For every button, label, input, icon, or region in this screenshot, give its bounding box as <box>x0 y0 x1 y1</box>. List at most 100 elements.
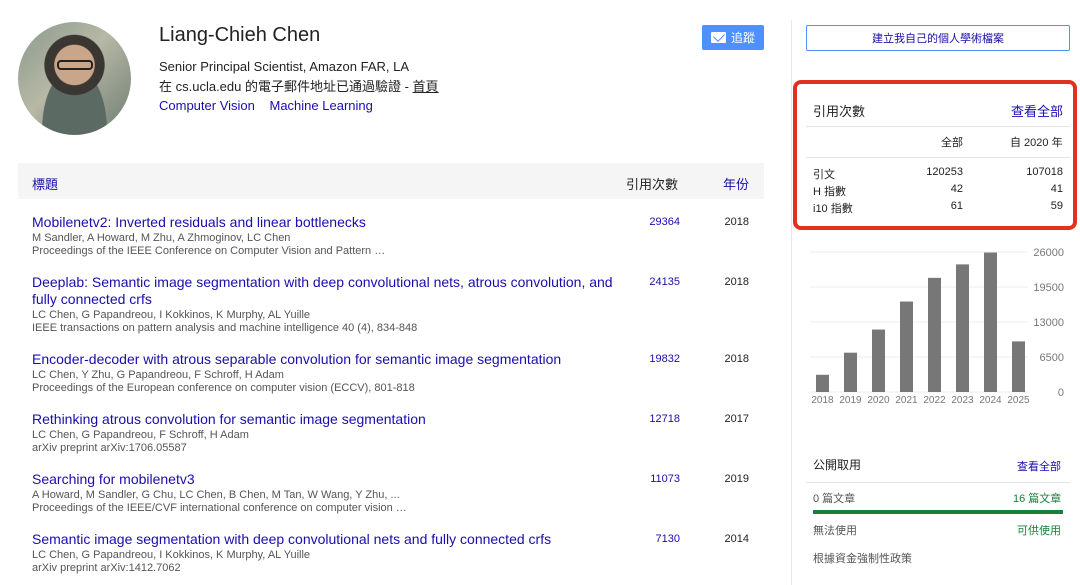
metric-since: 107018 <box>1026 166 1063 178</box>
sort-by-year[interactable]: 年份 <box>723 174 749 193</box>
article-authors: LC Chen, G Papandreou, I Kokkinos, K Mur… <box>32 549 311 561</box>
article-venue: arXiv preprint arXiv:1706.05587 <box>32 442 187 454</box>
article-title[interactable]: Rethinking atrous convolution for semant… <box>32 411 622 428</box>
profile-affiliation: Senior Principal Scientist, Amazon FAR, … <box>159 59 410 74</box>
metric-since: 59 <box>1050 200 1063 212</box>
article-year: 2018 <box>724 353 749 365</box>
x-tick-label: 2021 <box>895 395 918 406</box>
citation-bar-2022[interactable] <box>928 277 941 392</box>
article-row: Searching for mobilenetv3 A Howard, M Sa… <box>32 471 762 515</box>
article-year: 2017 <box>724 413 749 425</box>
citation-bar-2019[interactable] <box>844 352 857 392</box>
x-tick-label: 2019 <box>839 395 862 406</box>
article-row: Semantic image segmentation with deep co… <box>32 531 762 575</box>
citation-bar-2020[interactable] <box>872 329 885 392</box>
article-venue: IEEE transactions on pattern analysis an… <box>32 322 418 334</box>
email-text: 在 cs.ucla.edu 的電子郵件地址已通過驗證 - <box>159 79 413 94</box>
article-year: 2018 <box>724 276 749 288</box>
article-authors: A Howard, M Sandler, G Chu, LC Chen, B C… <box>32 489 400 501</box>
x-tick-label: 2023 <box>951 395 974 406</box>
article-year: 2018 <box>724 216 749 228</box>
article-cited-count[interactable]: 11073 <box>648 473 680 485</box>
profile-photo <box>18 22 131 135</box>
available-count: 16 篇文章 <box>1013 493 1062 505</box>
article-authors: LC Chen, G Papandreou, F Schroff, H Adam <box>32 429 249 441</box>
citations-row: 引文 120253 107018 <box>813 166 1063 181</box>
article-title[interactable]: Encoder-decoder with atrous separable co… <box>32 351 622 368</box>
open-access-bar <box>813 510 1063 514</box>
article-authors: LC Chen, G Papandreou, I Kokkinos, K Mur… <box>32 309 311 321</box>
citation-bar-2025[interactable] <box>1012 341 1025 392</box>
metric-all: 61 <box>950 200 963 212</box>
x-tick-label: 2020 <box>867 395 890 406</box>
interest-link[interactable]: Machine Learning <box>270 98 373 113</box>
y-tick-label: 19500 <box>1033 282 1064 294</box>
profile-name: Liang-Chieh Chen <box>159 24 321 46</box>
x-tick-label: 2025 <box>1007 395 1030 406</box>
profile-email-verified: 在 cs.ucla.edu 的電子郵件地址已通過驗證 - 首頁 <box>159 76 439 95</box>
sort-by-cited[interactable]: 引用次數 <box>626 174 678 193</box>
metric-label: H 指數 <box>813 186 846 198</box>
x-tick-label: 2018 <box>811 395 834 406</box>
article-authors: LC Chen, Y Zhu, G Papandreou, F Schroff,… <box>32 369 284 381</box>
homepage-link[interactable]: 首頁 <box>413 79 439 94</box>
article-row: Mobilenetv2: Inverted residuals and line… <box>32 214 762 258</box>
article-cited-count[interactable]: 29364 <box>648 216 680 228</box>
citation-bar-2018[interactable] <box>816 374 829 392</box>
citation-bar-2023[interactable] <box>956 264 969 392</box>
article-row: Encoder-decoder with atrous separable co… <box>32 351 762 395</box>
article-row: Rethinking atrous convolution for semant… <box>32 411 762 455</box>
citations-per-year-chart: 26000 19500 13000 6500 0 2018 2019 2020 2021 2022… <box>806 246 1070 416</box>
citations-view-all-link[interactable]: 查看全部 <box>1011 101 1063 120</box>
follow-button[interactable]: 追蹤 <box>702 25 764 50</box>
y-tick-label: 13000 <box>1033 317 1064 329</box>
sort-by-title[interactable]: 標題 <box>32 174 58 193</box>
y-tick-label: 0 <box>1058 387 1064 399</box>
article-venue: Proceedings of the IEEE Conference on Co… <box>32 245 386 257</box>
article-table-header: 標題 引用次數 年份 <box>18 163 764 199</box>
unavailable-label: 無法使用 <box>813 525 857 537</box>
build-profile-button[interactable]: 建立我自己的個人學術檔案 <box>806 25 1070 51</box>
article-venue: arXiv preprint arXiv:1412.7062 <box>32 562 181 574</box>
metric-since: 41 <box>1050 183 1063 195</box>
article-cited-count[interactable]: 7130 <box>648 533 680 545</box>
y-tick-label: 26000 <box>1033 247 1064 259</box>
article-title[interactable]: Deeplab: Semantic image segmentation wit… <box>32 274 622 308</box>
metric-label: 引文 <box>813 169 835 181</box>
article-venue: Proceedings of the IEEE/CVF internationa… <box>32 502 407 514</box>
citations-heading: 引用次數 <box>813 104 866 119</box>
mail-icon <box>710 32 726 43</box>
chart-svg: 26000 19500 13000 6500 0 2018 2019 2020 2021 2022… <box>810 247 1064 406</box>
y-tick-label: 6500 <box>1040 352 1064 364</box>
x-tick-label: 2022 <box>923 395 946 406</box>
article-title[interactable]: Mobilenetv2: Inverted residuals and line… <box>32 214 622 231</box>
citations-col-all: 全部 <box>941 137 963 149</box>
unavailable-count: 0 篇文章 <box>813 493 856 505</box>
article-title[interactable]: Semantic image segmentation with deep co… <box>32 531 622 548</box>
metric-all: 120253 <box>926 166 963 178</box>
article-cited-count[interactable]: 24135 <box>648 276 680 288</box>
article-venue: Proceedings of the European conference o… <box>32 382 415 394</box>
citation-bar-2024[interactable] <box>984 252 997 392</box>
i10-index-row: i10 指數 61 59 <box>813 200 1063 215</box>
divider <box>806 482 1070 483</box>
article-title[interactable]: Searching for mobilenetv3 <box>32 471 622 488</box>
article-year: 2014 <box>724 533 749 545</box>
metric-all: 42 <box>950 183 963 195</box>
funding-mandate-label: 根據資金強制性政策 <box>813 553 912 565</box>
divider <box>806 126 1070 127</box>
article-authors: M Sandler, A Howard, M Zhu, A Zhmoginov,… <box>32 232 291 244</box>
divider <box>806 157 1070 158</box>
research-interests: Computer Vision Machine Learning <box>159 98 384 113</box>
citation-bar-2021[interactable] <box>900 301 913 392</box>
metric-label: i10 指數 <box>813 203 853 215</box>
open-access-heading: 公開取用 <box>813 458 862 472</box>
citations-col-since: 自 2020 年 <box>1010 137 1063 149</box>
article-cited-count[interactable]: 12718 <box>648 413 680 425</box>
x-tick-label: 2024 <box>979 395 1002 406</box>
glasses-shape <box>57 60 93 70</box>
article-year: 2019 <box>724 473 749 485</box>
article-cited-count[interactable]: 19832 <box>648 353 680 365</box>
interest-link[interactable]: Computer Vision <box>159 98 255 113</box>
open-access-view-all-link[interactable]: 查看全部 <box>1017 458 1061 474</box>
